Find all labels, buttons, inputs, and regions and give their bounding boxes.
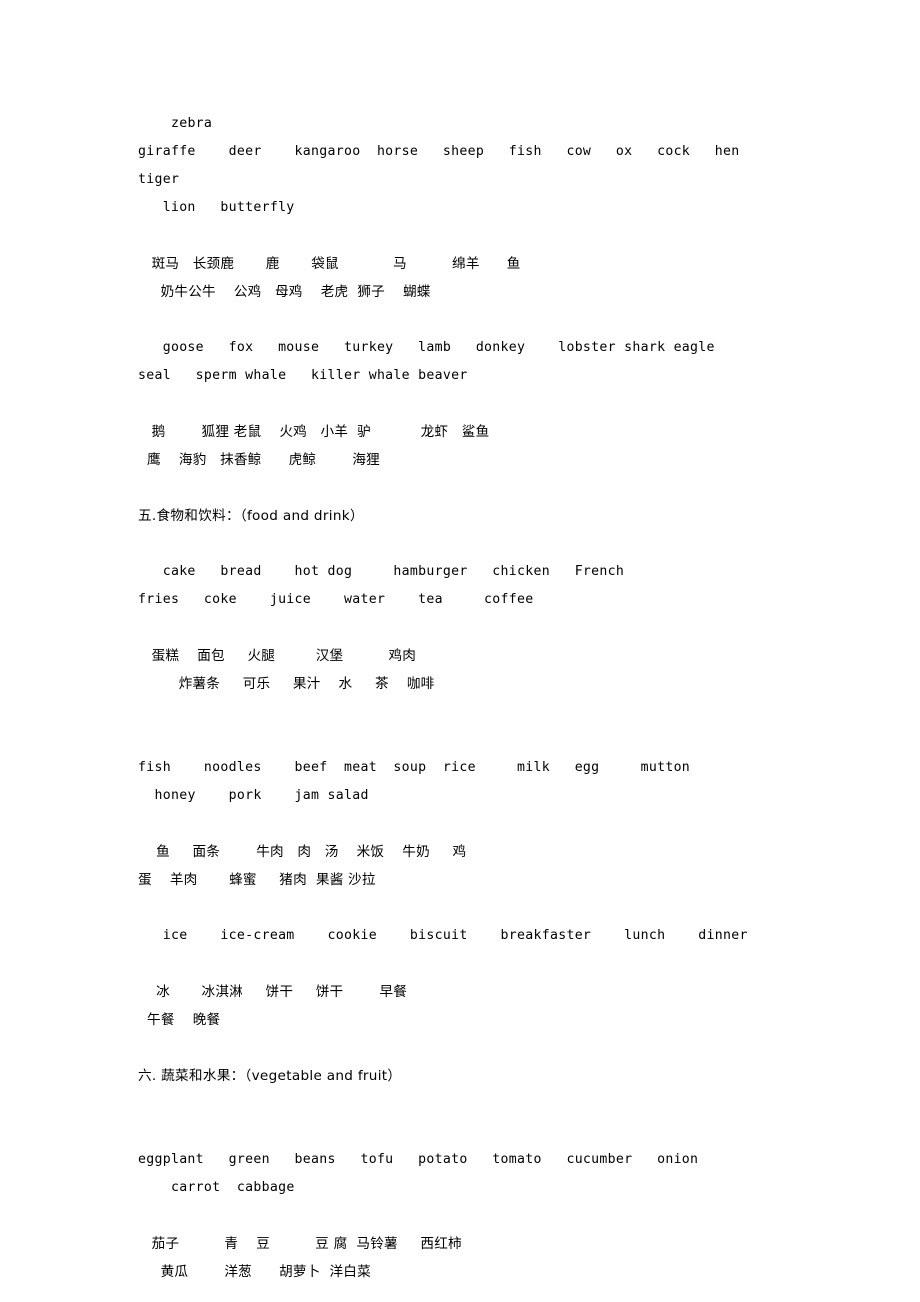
- text-block-veg-cn-1: 茄子 青 豆 豆 腐 马铃薯 西红柿 黄瓜 洋葱 胡萝卜 洋白菜: [138, 1230, 782, 1286]
- text-block-gap-6: [138, 614, 782, 642]
- chinese-line: 蛋 羊肉 蜂蜜 猪肉 果酱 沙拉: [138, 872, 376, 888]
- text-block-gap-12: [138, 1090, 782, 1146]
- text-block-gap-1: [138, 222, 782, 250]
- document-body: zebra giraffe deer kangaroo horse sheep f…: [138, 110, 782, 1286]
- english-line: ice ice-cream cookie biscuit breakfaster…: [138, 928, 748, 943]
- section-heading: 五.食物和饮料：（food and drink）: [138, 508, 364, 524]
- english-line: fish noodles beef meat soup rice milk eg…: [138, 760, 691, 775]
- chinese-line: 蛋糕 面包 火腿 汉堡 鸡肉: [138, 648, 417, 664]
- text-block-gap-4: [138, 474, 782, 502]
- text-block-food-en-2: fish noodles beef meat soup rice milk eg…: [138, 754, 782, 810]
- text-block-gap-9: [138, 894, 782, 922]
- chinese-line: 奶牛公牛 公鸡 母鸡 老虎 狮子 蝴蝶: [138, 284, 431, 300]
- english-line: goose fox mouse turkey lamb donkey lobst…: [138, 340, 715, 355]
- chinese-line: 午餐 晚餐: [138, 1012, 221, 1028]
- english-line: zebra: [138, 116, 213, 131]
- text-block-gap-7: [138, 698, 782, 754]
- english-line: carrot cabbage: [138, 1180, 295, 1195]
- chinese-line: 冰 冰淇淋 饼干 饼干 早餐: [138, 984, 408, 1000]
- english-line: fries coke juice water tea coffee: [138, 592, 534, 607]
- chinese-line: 斑马 长颈鹿 鹿 袋鼠 马 绵羊 鱼: [138, 256, 521, 272]
- text-block-gap-10: [138, 950, 782, 978]
- chinese-line: 茄子 青 豆 豆 腐 马铃薯 西红柿: [138, 1236, 462, 1252]
- text-block-food-en-1: cake bread hot dog hamburger chicken Fre…: [138, 558, 782, 614]
- text-block-animals-cn-1: 斑马 长颈鹿 鹿 袋鼠 马 绵羊 鱼 奶牛公牛 公鸡 母鸡 老虎 狮子 蝴蝶: [138, 250, 782, 306]
- text-block-gap-5: [138, 530, 782, 558]
- text-block-food-cn-3: 冰 冰淇淋 饼干 饼干 早餐 午餐 晚餐: [138, 978, 782, 1034]
- english-line: eggplant green beans tofu potato tomato …: [138, 1152, 699, 1167]
- chinese-line: 炸薯条 可乐 果汁 水 茶 咖啡: [138, 676, 435, 692]
- chinese-line: 鹅 狐狸 老鼠 火鸡 小羊 驴 龙虾 鲨鱼: [138, 424, 490, 440]
- chinese-line: 鱼 面条 牛肉 肉 汤 米饭 牛奶 鸡: [138, 844, 467, 860]
- text-block-gap-3: [138, 390, 782, 418]
- english-line: cake bread hot dog hamburger chicken Fre…: [138, 564, 625, 579]
- chinese-line: 黄瓜 洋葱 胡萝卜 洋白菜: [138, 1264, 371, 1280]
- english-line: lion butterfly: [138, 200, 295, 215]
- english-line: honey pork jam salad: [138, 788, 369, 803]
- text-block-gap-8: [138, 810, 782, 838]
- text-block-food-cn-2: 鱼 面条 牛肉 肉 汤 米饭 牛奶 鸡蛋 羊肉 蜂蜜 猪肉 果酱 沙拉: [138, 838, 782, 894]
- text-block-food-en-3: ice ice-cream cookie biscuit breakfaster…: [138, 922, 782, 950]
- text-block-animals-en-2: goose fox mouse turkey lamb donkey lobst…: [138, 334, 782, 390]
- text-block-gap-11: [138, 1034, 782, 1062]
- text-block-animals-cn-2: 鹅 狐狸 老鼠 火鸡 小羊 驴 龙虾 鲨鱼 鹰 海豹 抹香鲸 虎鲸 海狸: [138, 418, 782, 474]
- english-line: seal sperm whale killer whale beaver: [138, 368, 468, 383]
- text-block-animals-en-1: zebra giraffe deer kangaroo horse sheep f…: [138, 110, 782, 222]
- text-block-heading-vegetable: 六. 蔬菜和水果：（vegetable and fruit）: [138, 1062, 782, 1090]
- document-page: zebra giraffe deer kangaroo horse sheep f…: [0, 0, 920, 1302]
- text-block-gap-2: [138, 306, 782, 334]
- chinese-line: 鹰 海豹 抹香鲸 虎鲸 海狸: [138, 452, 380, 468]
- text-block-veg-en-1: eggplant green beans tofu potato tomato …: [138, 1146, 782, 1202]
- text-block-gap-13: [138, 1202, 782, 1230]
- section-heading: 六. 蔬菜和水果：（vegetable and fruit）: [138, 1068, 402, 1084]
- text-block-food-cn-1: 蛋糕 面包 火腿 汉堡 鸡肉 炸薯条 可乐 果汁 水 茶 咖啡: [138, 642, 782, 698]
- english-line: giraffe deer kangaroo horse sheep fish c…: [138, 144, 765, 187]
- text-block-heading-food: 五.食物和饮料：（food and drink）: [138, 502, 782, 530]
